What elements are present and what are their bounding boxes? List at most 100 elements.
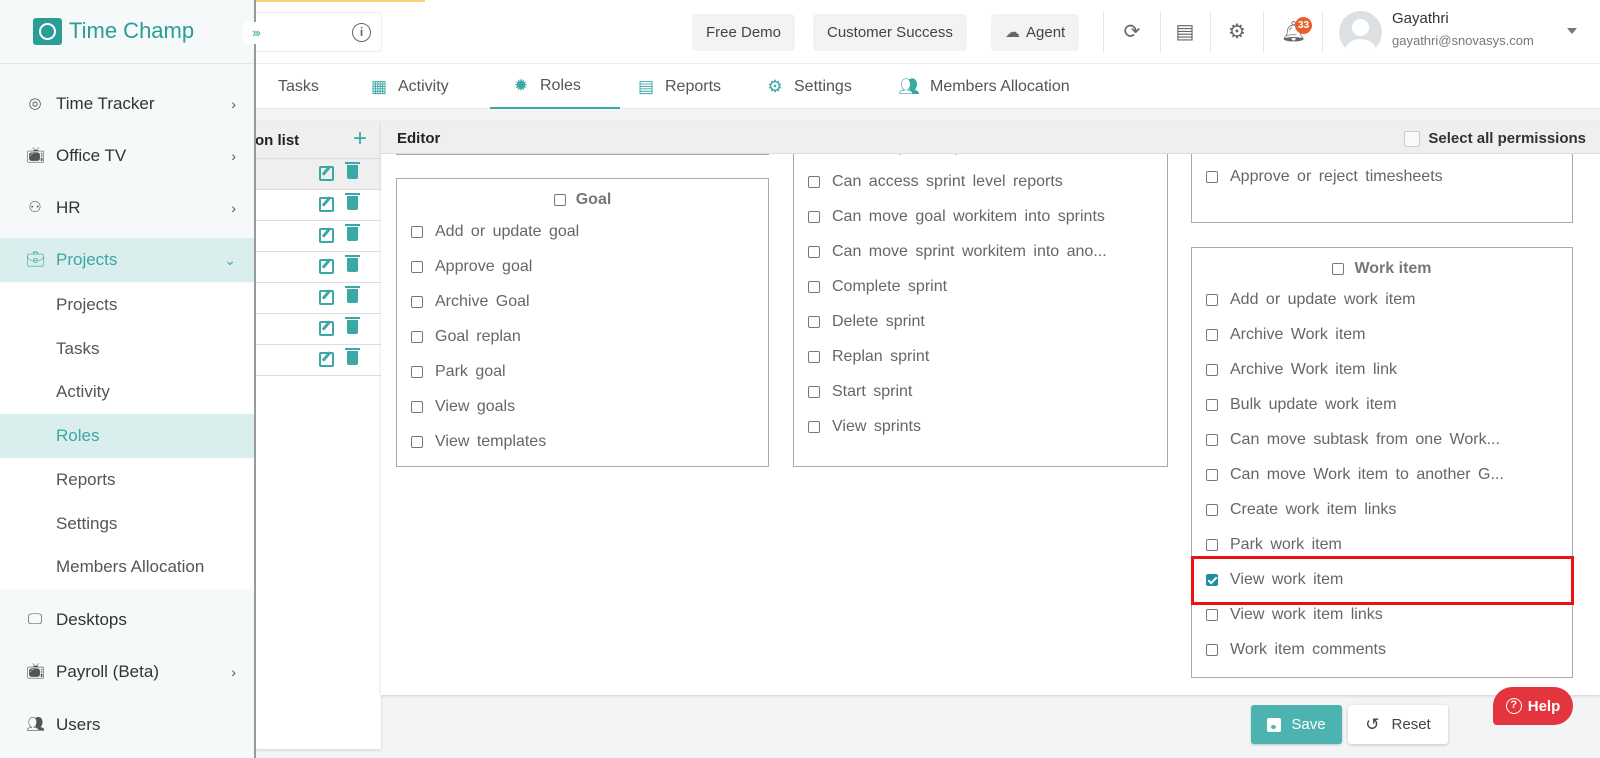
document-icon[interactable]: ▤: [1173, 20, 1197, 44]
sidebar-item-projects[interactable]: 💼︎ Projects ⌄: [0, 238, 254, 282]
permission-item[interactable]: Create work item links: [1206, 501, 1396, 519]
permission-item[interactable]: View work item links: [1206, 606, 1383, 624]
permission-item[interactable]: Archive Work item: [1206, 326, 1366, 344]
sidebar-subitem-roles[interactable]: Roles: [0, 414, 254, 459]
edit-icon[interactable]: [319, 321, 334, 336]
free-demo-button[interactable]: Free Demo: [692, 14, 796, 51]
tab-reports[interactable]: ▤ Reports: [637, 64, 721, 109]
sidebar-subitem-members-allocation[interactable]: Members Allocation: [0, 545, 254, 590]
role-row[interactable]: [255, 159, 381, 190]
role-row[interactable]: [255, 314, 381, 345]
permission-checkbox[interactable]: [411, 436, 423, 448]
sidebar-subitem-activity[interactable]: Activity: [0, 370, 254, 415]
permission-item[interactable]: View templates: [411, 433, 546, 451]
group-title[interactable]: Goal: [397, 191, 768, 209]
gear-icon[interactable]: ⚙: [1225, 20, 1249, 44]
permission-item[interactable]: Archive Work item link: [1206, 361, 1397, 379]
permission-checkbox[interactable]: [1206, 364, 1218, 376]
help-button[interactable]: ? Help: [1493, 687, 1573, 725]
group-title[interactable]: Work item: [1192, 260, 1572, 278]
permission-item[interactable]: Park work item: [1206, 536, 1342, 554]
brand[interactable]: Time Champ: [0, 0, 254, 64]
sidebar-item-payroll-beta[interactable]: 📺︎ Payroll (Beta) ›: [0, 650, 254, 694]
permission-item[interactable]: Park goal: [411, 363, 506, 381]
permission-item[interactable]: Can move goal workitem into sprints: [808, 208, 1105, 226]
permission-item[interactable]: Archive Goal: [411, 293, 530, 311]
permission-checkbox[interactable]: [1206, 399, 1218, 411]
sidebar-subitem-reports[interactable]: Reports: [0, 457, 254, 502]
agent-button[interactable]: ☁ Agent: [991, 14, 1080, 51]
user-menu-caret-icon[interactable]: [1567, 28, 1577, 34]
avatar[interactable]: [1339, 11, 1382, 54]
select-all-permissions[interactable]: Select all permissions: [1404, 130, 1586, 147]
sidebar-subitem-projects[interactable]: Projects: [0, 283, 254, 327]
permission-item[interactable]: View goals: [411, 398, 515, 416]
permission-checkbox[interactable]: [1206, 504, 1218, 516]
edit-icon[interactable]: [319, 197, 334, 212]
role-row[interactable]: [255, 283, 381, 314]
permission-item[interactable]: Add or update work item: [1206, 291, 1415, 309]
edit-icon[interactable]: [319, 352, 334, 367]
permission-item[interactable]: Delete sprint: [808, 313, 925, 331]
role-row[interactable]: [255, 252, 381, 283]
permission-item[interactable]: Approve or reject timesheets: [1206, 168, 1443, 186]
save-button[interactable]: Save: [1251, 705, 1342, 744]
edit-icon[interactable]: [319, 228, 334, 243]
tab-tasks[interactable]: Tasks: [278, 64, 319, 109]
permission-item[interactable]: Work item comments: [1206, 641, 1386, 659]
permission-checkbox[interactable]: [1206, 609, 1218, 621]
permission-item[interactable]: View sprints: [808, 418, 921, 436]
permission-item[interactable]: Approve goal: [411, 258, 532, 276]
permission-item[interactable]: Can access sprint level reports: [808, 173, 1063, 191]
permission-checkbox[interactable]: [1206, 294, 1218, 306]
trash-icon[interactable]: [345, 162, 360, 179]
permission-checkbox[interactable]: [411, 366, 423, 378]
add-role-button[interactable]: +: [353, 125, 367, 153]
permission-item[interactable]: Goal replan: [411, 328, 521, 346]
sidebar-item-hr[interactable]: ⚇ HR ›: [0, 186, 254, 230]
tab-settings[interactable]: ⚙ Settings: [766, 64, 851, 109]
permission-checkbox[interactable]: [411, 296, 423, 308]
permission-checkbox[interactable]: [808, 211, 820, 223]
sidebar-item-time-tracker[interactable]: ◎ Time Tracker ›: [0, 82, 254, 126]
trash-icon[interactable]: [345, 255, 360, 272]
permission-checkbox[interactable]: [808, 281, 820, 293]
chevrons-right-icon[interactable]: ›››: [243, 22, 268, 44]
permission-item[interactable]: Replan sprint: [808, 348, 929, 366]
permission-item[interactable]: Complete sprint: [808, 278, 947, 296]
tab-roles[interactable]: ✹ Roles: [490, 64, 620, 109]
permission-checkbox[interactable]: [808, 351, 820, 363]
edit-icon[interactable]: [319, 259, 334, 274]
sidebar-subitem-settings[interactable]: Settings: [0, 501, 254, 546]
permission-checkbox[interactable]: [808, 176, 820, 188]
trash-icon[interactable]: [345, 317, 360, 334]
group-checkbox[interactable]: [1332, 263, 1345, 275]
select-all-checkbox[interactable]: [1404, 130, 1421, 147]
role-row[interactable]: [255, 221, 381, 252]
tab-activity[interactable]: ▦ Activity: [370, 64, 449, 109]
permission-checkbox[interactable]: [1206, 539, 1218, 551]
permission-item[interactable]: Add or update goal: [411, 223, 579, 241]
edit-icon[interactable]: [319, 290, 334, 305]
permission-checkbox[interactable]: [808, 316, 820, 328]
trash-icon[interactable]: [345, 193, 360, 210]
permission-checkbox[interactable]: [411, 331, 423, 343]
reset-button[interactable]: ↺ Reset: [1348, 705, 1448, 744]
group-checkbox[interactable]: [553, 194, 566, 206]
trash-icon[interactable]: [345, 286, 360, 303]
permission-item[interactable]: Start sprint: [808, 383, 912, 401]
permission-checkbox[interactable]: [411, 401, 423, 413]
sidebar-item-desktops[interactable]: 🖵 Desktops: [0, 598, 254, 642]
trash-icon[interactable]: [345, 224, 360, 241]
permission-item[interactable]: Can move sprint workitem into ano...: [808, 243, 1107, 261]
edit-icon[interactable]: [319, 166, 334, 181]
permission-checkbox[interactable]: [808, 246, 820, 258]
permission-checkbox[interactable]: [1206, 329, 1218, 341]
role-row[interactable]: [255, 190, 381, 221]
sidebar-subitem-tasks[interactable]: Tasks: [0, 326, 254, 371]
tab-members-allocation[interactable]: 👥︎ Members Allocation: [898, 64, 1069, 109]
trash-icon[interactable]: [345, 348, 360, 365]
sidebar-item-office-tv[interactable]: 📺︎ Office TV ›: [0, 134, 254, 178]
permission-checkbox[interactable]: [1206, 644, 1218, 656]
sidebar-item-users[interactable]: 👥︎ Users: [0, 703, 254, 747]
